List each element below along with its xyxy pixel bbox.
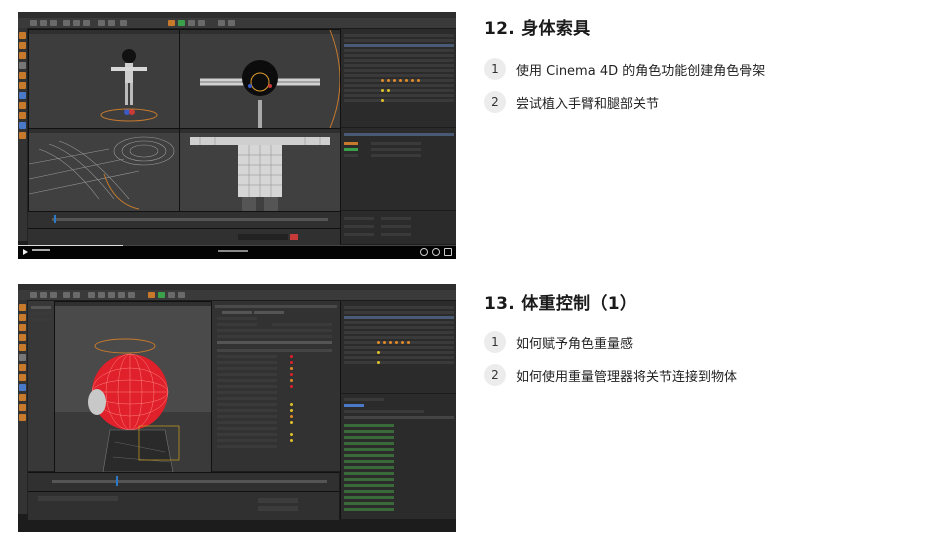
point-text: 如何赋予角色重量感: [516, 337, 634, 352]
point-number-badge: 1: [484, 331, 506, 353]
viewport-top[interactable]: [179, 29, 341, 129]
timeline[interactable]: [28, 472, 339, 491]
object-manager[interactable]: [340, 301, 456, 393]
point-text: 使用 Cinema 4D 的角色功能创建角色骨架: [516, 64, 766, 79]
character-front-view: [100, 49, 158, 122]
point-number-badge: 1: [484, 58, 506, 80]
object-list-small[interactable]: [28, 301, 55, 471]
lesson-title: 12. 身体索具: [484, 19, 591, 39]
point-text: 尝试植入手臂和腿部关节: [516, 97, 660, 112]
character-head-weighted: [55, 338, 211, 472]
wireframe-mesh: [29, 136, 175, 210]
volume-icon[interactable]: [420, 248, 428, 256]
video-player[interactable]: [18, 284, 456, 532]
coordinates-panel[interactable]: [340, 211, 456, 244]
play-icon[interactable]: [23, 249, 28, 255]
app-toolbar: [18, 18, 456, 28]
lesson-card-12: 12. 身体索具 1 使用 Cinema 4D 的角色功能创建角色骨架 2 尝试…: [0, 0, 930, 270]
lesson-title: 13. 体重控制（1）: [484, 294, 638, 314]
video-time: [32, 249, 50, 251]
character-top-view: [200, 30, 340, 128]
lesson-card-13: 13. 体重控制（1） 1 如何赋予角色重量感 2 如何使用重量管理器将关节连接…: [0, 274, 930, 544]
viewport-perspective[interactable]: [54, 301, 212, 473]
settings-icon[interactable]: [432, 248, 440, 256]
left-toolbar[interactable]: [18, 300, 28, 514]
body-wireframe: [190, 137, 330, 211]
timeline[interactable]: [28, 211, 340, 228]
fullscreen-icon[interactable]: [444, 248, 452, 256]
point-number-badge: 2: [484, 364, 506, 386]
point-number-badge: 2: [484, 91, 506, 113]
weight-manager[interactable]: [211, 301, 340, 471]
point-text: 如何使用重量管理器将关节连接到物体: [516, 370, 738, 385]
playback-controls[interactable]: [28, 491, 339, 520]
viewport-perspective[interactable]: [28, 29, 180, 129]
joint-list[interactable]: [340, 394, 456, 519]
left-toolbar[interactable]: [18, 28, 28, 241]
video-filename: [218, 250, 248, 252]
video-progress-bar[interactable]: [18, 245, 456, 246]
viewport-front[interactable]: [179, 128, 341, 212]
viewport-side[interactable]: [28, 128, 180, 212]
video-controls[interactable]: [18, 245, 456, 259]
material-manager[interactable]: [340, 128, 456, 210]
video-player[interactable]: [18, 12, 456, 259]
video-controls[interactable]: [18, 518, 456, 532]
app-toolbar: [18, 290, 456, 300]
playback-controls[interactable]: [28, 228, 340, 245]
object-manager[interactable]: [340, 29, 456, 127]
